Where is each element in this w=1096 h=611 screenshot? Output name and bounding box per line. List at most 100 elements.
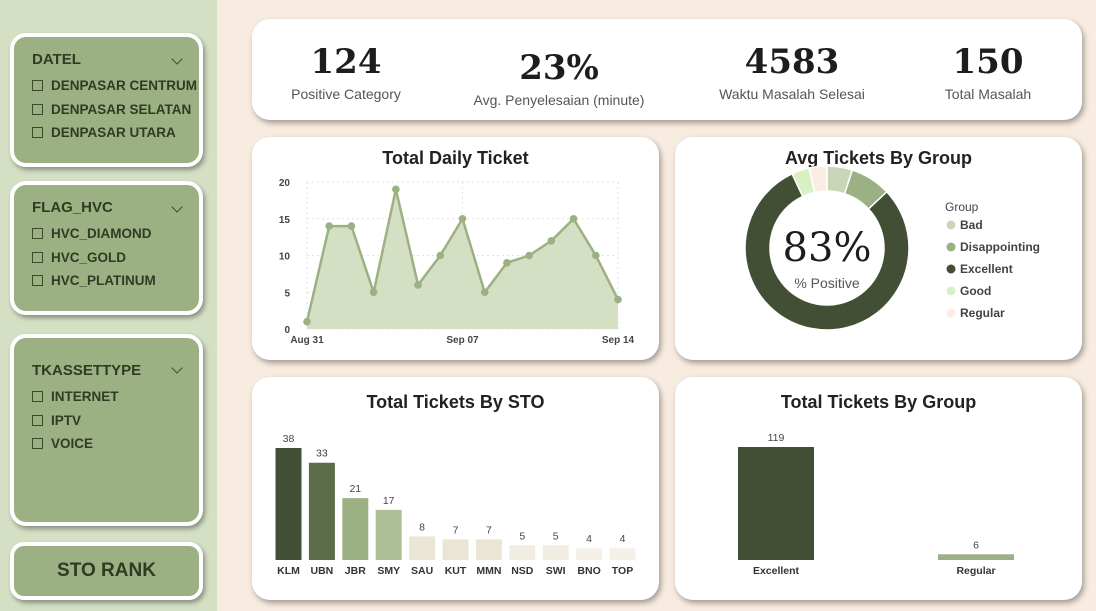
- kpi-label: Waktu Masalah Selesai: [719, 86, 865, 102]
- checkbox[interactable]: [32, 127, 43, 139]
- data-point: [503, 259, 511, 267]
- avg-tickets-donut-chart: 83% % Positive Group Bad Disappointing Excell…: [744, 165, 1040, 331]
- tickets-by-sto-chart: 38 KLM 33 UBN 21 JBR 17 SMY 8 SAU 7 KUT 7 MMN 5 NSD 5 SWI…: [275, 433, 636, 577]
- bar-value-label: 21: [349, 483, 361, 495]
- bar: [609, 548, 636, 560]
- x-tick-label: NSD: [511, 565, 534, 577]
- center-value: 83%: [783, 225, 872, 271]
- data-point: [414, 281, 422, 289]
- slicer-option-label: DENPASAR CENTRUM: [51, 78, 198, 94]
- x-tick-label: Sep 14: [602, 335, 635, 346]
- slicer-option[interactable]: IPTV: [32, 409, 199, 433]
- data-point: [392, 185, 400, 194]
- legend-label: Excellent: [960, 262, 1013, 276]
- legend-title: Group: [945, 200, 979, 214]
- legend-marker: [946, 308, 956, 318]
- sto-rank-button[interactable]: STO RANK: [10, 542, 203, 600]
- bar: [342, 498, 369, 560]
- kpi-label: Avg. Penyelesaian (minute): [473, 92, 645, 108]
- bar: [938, 554, 1014, 560]
- bar-value-label: 4: [620, 533, 626, 545]
- slicer-option-label: HVC_DIAMOND: [51, 226, 152, 242]
- slicer-option[interactable]: DENPASAR CENTRUM: [32, 74, 199, 98]
- kpi-avg-penyelesaian: 23% Avg. Penyelesaian (minute): [462, 51, 656, 108]
- tickets-by-group-card: Total Tickets By Group 119 Excellent 6 Regu…: [675, 377, 1082, 600]
- slicer-option-label: DENPASAR SELATAN: [51, 101, 192, 117]
- kpi-card: 124 Positive Category 23% Avg. Penyelesa…: [252, 19, 1082, 120]
- checkbox[interactable]: [32, 228, 43, 240]
- slicer-option[interactable]: HVC_PLATINUM: [32, 269, 199, 293]
- kpi-value: 23%: [519, 48, 599, 88]
- x-tick-label: KLM: [277, 565, 300, 577]
- bar: [576, 548, 603, 560]
- legend-label: Regular: [960, 306, 1005, 320]
- slicer-option-label: INTERNET: [51, 389, 119, 405]
- slicer-option[interactable]: DENPASAR SELATAN: [32, 98, 199, 122]
- slicer-tkassettype[interactable]: TKASSETTYPE INTERNET IPTV VOICE: [10, 334, 203, 526]
- bar-value-label: 33: [316, 448, 328, 460]
- bar: [738, 447, 814, 560]
- data-point: [614, 295, 622, 304]
- kpi-total-masalah: 150 Total Masalah: [928, 45, 1048, 102]
- daily-ticket-chart: 05101520Aug 31 Sep 07 Sep 14: [279, 178, 635, 346]
- checkbox[interactable]: [32, 251, 43, 263]
- bar-value-label: 6: [973, 539, 979, 551]
- x-tick-label: BNO: [577, 565, 600, 577]
- legend-marker: [946, 286, 956, 296]
- slicer-option[interactable]: HVC_GOLD: [32, 246, 199, 270]
- x-tick-label: Regular: [956, 565, 995, 577]
- slicer-option[interactable]: DENPASAR UTARA: [32, 121, 199, 145]
- kpi-value: 4583: [744, 42, 840, 82]
- x-tick-label: SWI: [546, 565, 566, 577]
- x-tick-label: SMY: [377, 565, 400, 577]
- data-point: [547, 237, 556, 245]
- bar: [475, 539, 502, 560]
- x-tick-label: Sep 07: [446, 335, 479, 346]
- data-point: [347, 222, 356, 230]
- x-tick-label: MMN: [476, 565, 501, 577]
- bar-value-label: 38: [283, 433, 295, 445]
- data-point: [458, 214, 467, 223]
- checkbox[interactable]: [32, 414, 43, 426]
- slicer-option-label: DENPASAR UTARA: [51, 125, 176, 141]
- data-point: [525, 251, 533, 260]
- x-tick-label: SAU: [411, 565, 433, 577]
- checkbox[interactable]: [32, 391, 43, 403]
- slicer-option[interactable]: INTERNET: [32, 385, 199, 409]
- legend-marker: [946, 242, 956, 252]
- x-tick-label: JBR: [345, 565, 366, 577]
- slicer-option[interactable]: VOICE: [32, 432, 199, 456]
- bar: [308, 462, 335, 560]
- slicer-option[interactable]: HVC_DIAMOND: [32, 222, 199, 246]
- legend-label: Disappointing: [960, 240, 1040, 254]
- y-tick-label: 15: [279, 215, 291, 226]
- bar: [442, 539, 469, 560]
- x-tick-label: Excellent: [753, 565, 800, 577]
- bar-value-label: 8: [419, 521, 425, 533]
- checkbox[interactable]: [32, 275, 43, 287]
- slicer-flag-hvc[interactable]: FLAG_HVC HVC_DIAMOND HVC_GOLD HVC_PLATIN…: [10, 181, 203, 315]
- checkbox[interactable]: [32, 80, 43, 92]
- legend-label: Bad: [960, 218, 983, 232]
- slicer-option-label: VOICE: [51, 436, 94, 452]
- slicer-option-label: HVC_GOLD: [51, 249, 127, 265]
- bar: [542, 545, 569, 560]
- x-tick-label: TOP: [612, 565, 633, 577]
- checkbox[interactable]: [32, 438, 43, 450]
- y-tick-label: 5: [284, 288, 290, 299]
- legend-marker: [946, 264, 956, 274]
- data-point: [591, 251, 600, 260]
- x-tick-label: Aug 31: [290, 335, 324, 346]
- daily-ticket-card: Total Daily Ticket 0 5 10 15 20 Aug 31 Sep 07 S…: [252, 137, 659, 360]
- slicer-datel[interactable]: DATEL DENPASAR CENTRUM DENPASAR SELATAN …: [10, 33, 203, 167]
- legend-label: Good: [960, 284, 991, 298]
- x-tick-label: UBN: [311, 565, 334, 577]
- data-point: [569, 214, 578, 223]
- data-point: [480, 288, 489, 297]
- tickets-by-sto-card: Total Tickets By STO 38 KLM 33 UBN 21 JBR 17 SM…: [252, 377, 659, 600]
- y-tick-label: 20: [279, 178, 291, 189]
- bar: [509, 545, 536, 560]
- checkbox[interactable]: [32, 103, 43, 115]
- bar: [275, 448, 302, 560]
- slicer-option-label: HVC_PLATINUM: [51, 273, 156, 289]
